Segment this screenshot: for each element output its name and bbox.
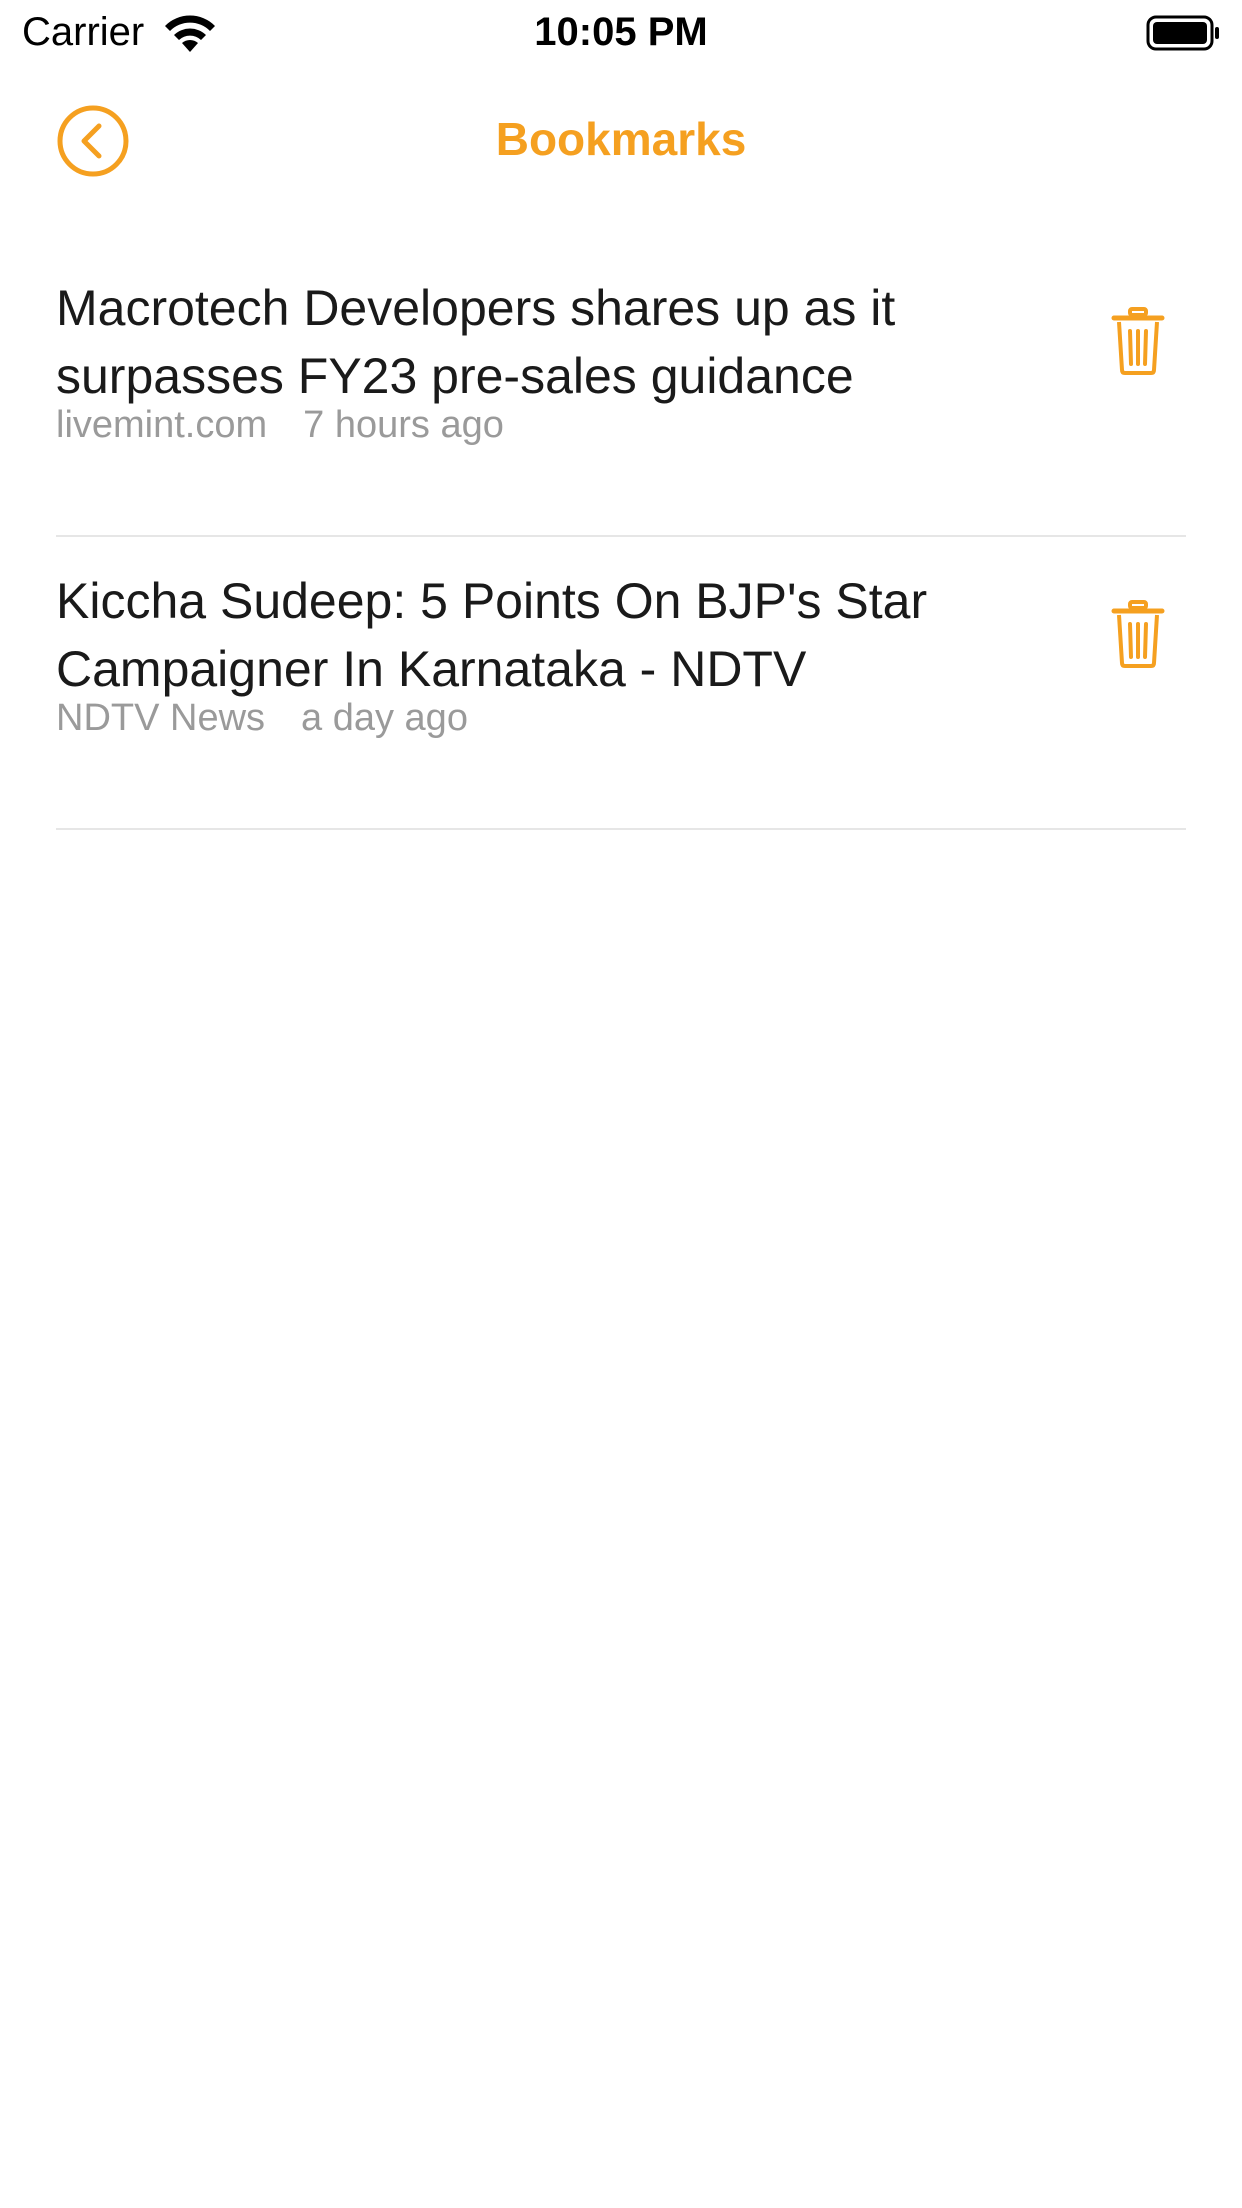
page-title: Bookmarks	[495, 113, 747, 165]
trash-icon	[1111, 307, 1165, 375]
bookmark-time: 7 hours ago	[303, 404, 504, 446]
bookmark-list: Macrotech Developers shares up as it sur…	[56, 244, 1186, 830]
status-time: 10:05 PM	[534, 10, 708, 54]
bookmark-meta: NDTV News a day ago	[56, 697, 468, 740]
bookmark-meta: livemint.com 7 hours ago	[56, 404, 504, 447]
bookmark-source: livemint.com	[56, 404, 268, 446]
delete-bookmark-button[interactable]	[1110, 306, 1166, 376]
bookmark-time: a day ago	[301, 697, 468, 739]
delete-bookmark-button[interactable]	[1110, 599, 1166, 669]
list-item[interactable]: Kiccha Sudeep: 5 Points On BJP's Star Ca…	[56, 537, 1186, 830]
bookmark-source: NDTV News	[56, 697, 266, 739]
trash-icon	[1111, 600, 1165, 668]
bookmark-headline[interactable]: Kiccha Sudeep: 5 Points On BJP's Star Ca…	[56, 567, 1016, 703]
status-bar: Carrier 10:05 PM	[0, 0, 1242, 66]
battery-icon	[1146, 15, 1219, 51]
bookmark-headline[interactable]: Macrotech Developers shares up as it sur…	[56, 274, 1016, 410]
list-item[interactable]: Macrotech Developers shares up as it sur…	[56, 244, 1186, 537]
